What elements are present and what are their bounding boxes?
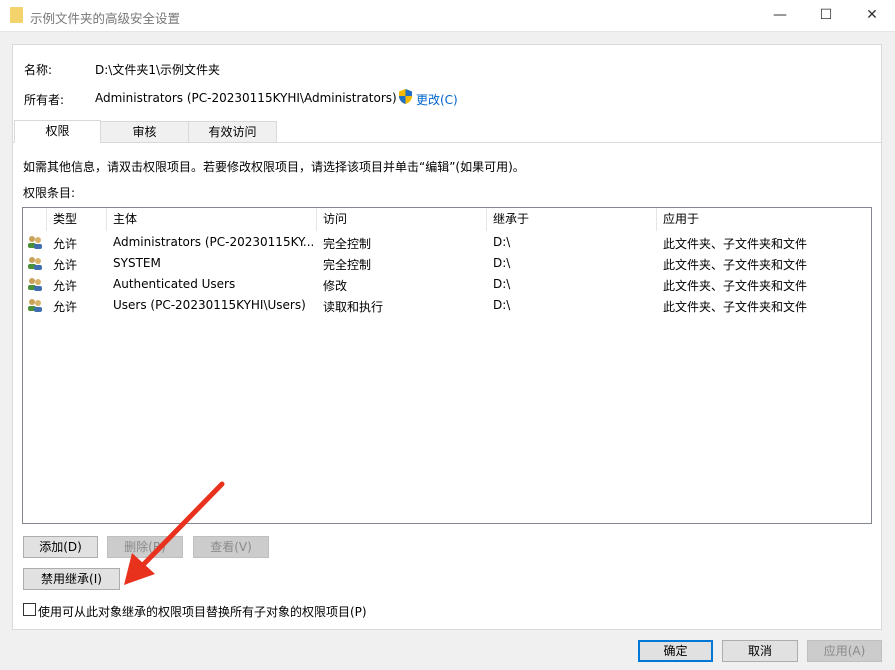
cell-principal: SYSTEM bbox=[113, 256, 161, 270]
cell-inherited-from: D:\ bbox=[493, 277, 510, 291]
table-row[interactable]: 允许 Users (PC-20230115KYHI\Users) 读取和执行 D:\ 此… bbox=[23, 295, 871, 316]
replace-child-permissions-label[interactable]: 使用可从此对象继承的权限项目替换所有子对象的权限项目(P) bbox=[38, 603, 367, 620]
ok-button[interactable]: 确定 bbox=[638, 640, 713, 662]
replace-child-permissions-checkbox[interactable] bbox=[23, 603, 36, 616]
users-icon bbox=[27, 298, 43, 312]
tab-permissions[interactable]: 权限 bbox=[14, 120, 101, 143]
users-icon bbox=[27, 235, 43, 249]
cell-inherited-from: D:\ bbox=[493, 235, 510, 249]
header-access[interactable]: 访问 bbox=[317, 208, 487, 231]
owner-value: Administrators (PC-20230115KYHI\Administ… bbox=[95, 91, 397, 105]
add-button[interactable]: 添加(D) bbox=[23, 536, 98, 558]
cell-type: 允许 bbox=[53, 298, 77, 315]
view-button[interactable]: 查看(V) bbox=[193, 536, 269, 558]
cell-inherited-from: D:\ bbox=[493, 298, 510, 312]
cell-type: 允许 bbox=[53, 256, 77, 273]
entries-label: 权限条目: bbox=[23, 184, 75, 201]
cell-access: 完全控制 bbox=[323, 235, 371, 252]
table-row[interactable]: 允许 Authenticated Users 修改 D:\ 此文件夹、子文件夹和文件 bbox=[23, 274, 871, 295]
maximize-button[interactable]: ☐ bbox=[803, 0, 849, 32]
cell-applies-to: 此文件夹、子文件夹和文件 bbox=[663, 298, 807, 315]
cancel-button[interactable]: 取消 bbox=[722, 640, 798, 662]
cell-access: 读取和执行 bbox=[323, 298, 383, 315]
cell-access: 修改 bbox=[323, 277, 347, 294]
owner-label: 所有者: bbox=[24, 91, 64, 108]
header-type[interactable]: 类型 bbox=[47, 208, 107, 231]
cell-applies-to: 此文件夹、子文件夹和文件 bbox=[663, 256, 807, 273]
hint-text: 如需其他信息，请双击权限项目。若要修改权限项目，请选择该项目并单击“编辑”(如果… bbox=[23, 158, 525, 175]
permission-entries-list[interactable]: 类型 主体 访问 继承于 应用于 允许 Administrators (PC-20… bbox=[22, 207, 872, 524]
cell-principal: Users (PC-20230115KYHI\Users) bbox=[113, 298, 306, 312]
close-button[interactable]: ✕ bbox=[849, 0, 895, 32]
apply-button[interactable]: 应用(A) bbox=[807, 640, 882, 662]
table-row[interactable]: 允许 Administrators (PC-20230115KY... 完全控制 D:… bbox=[23, 232, 871, 253]
header-applies-to[interactable]: 应用于 bbox=[657, 208, 871, 231]
cell-type: 允许 bbox=[53, 277, 77, 294]
header-principal[interactable]: 主体 bbox=[107, 208, 317, 231]
cell-type: 允许 bbox=[53, 235, 77, 252]
folder-icon bbox=[10, 7, 23, 23]
disable-inheritance-button[interactable]: 禁用继承(I) bbox=[23, 568, 120, 590]
window-title: 示例文件夹的高级安全设置 bbox=[30, 8, 180, 27]
cell-principal: Authenticated Users bbox=[113, 277, 235, 291]
header-icon-column bbox=[23, 208, 47, 231]
table-row[interactable]: 允许 SYSTEM 完全控制 D:\ 此文件夹、子文件夹和文件 bbox=[23, 253, 871, 274]
cell-inherited-from: D:\ bbox=[493, 256, 510, 270]
minimize-button[interactable]: — bbox=[757, 0, 803, 32]
title-bar: 示例文件夹的高级安全设置 — ☐ ✕ bbox=[0, 0, 895, 32]
users-icon bbox=[27, 256, 43, 270]
change-owner-link[interactable]: 更改(C) bbox=[416, 91, 458, 108]
remove-button[interactable]: 删除(R) bbox=[107, 536, 183, 558]
cell-principal: Administrators (PC-20230115KY... bbox=[113, 235, 314, 249]
cell-applies-to: 此文件夹、子文件夹和文件 bbox=[663, 235, 807, 252]
cell-access: 完全控制 bbox=[323, 256, 371, 273]
users-icon bbox=[27, 277, 43, 291]
cell-applies-to: 此文件夹、子文件夹和文件 bbox=[663, 277, 807, 294]
tab-auditing[interactable]: 审核 bbox=[100, 121, 189, 143]
name-value: D:\文件夹1\示例文件夹 bbox=[95, 61, 220, 78]
header-inherited-from[interactable]: 继承于 bbox=[487, 208, 657, 231]
tab-effective-access[interactable]: 有效访问 bbox=[188, 121, 277, 143]
uac-shield-icon bbox=[398, 88, 413, 105]
name-label: 名称: bbox=[24, 61, 52, 78]
